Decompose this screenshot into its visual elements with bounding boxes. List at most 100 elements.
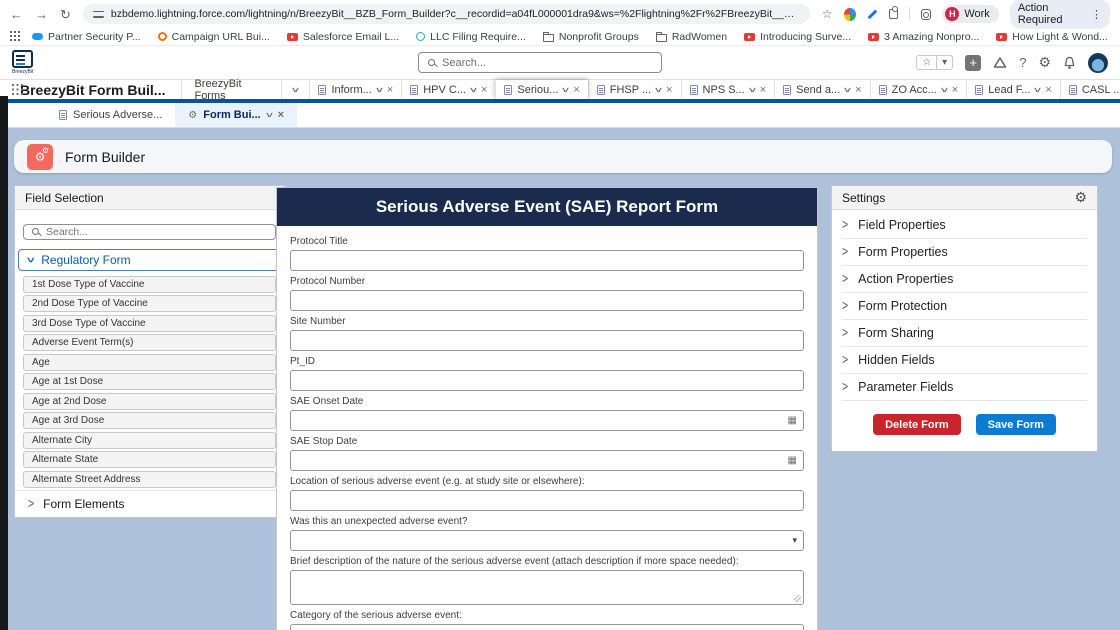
workspace-tab[interactable]: HPV C...>× bbox=[401, 80, 495, 99]
close-icon[interactable]: × bbox=[952, 84, 958, 96]
setup-gear-icon[interactable]: ⚙ bbox=[1038, 54, 1051, 71]
settings-section-row[interactable]: >Form Sharing bbox=[842, 320, 1087, 347]
close-icon[interactable]: × bbox=[278, 109, 284, 121]
chevron-down-icon[interactable]: > bbox=[841, 87, 855, 92]
field-input-date[interactable]: ▦ bbox=[290, 450, 804, 471]
settings-section-row[interactable]: >Parameter Fields bbox=[842, 374, 1087, 401]
form-elements-accordion[interactable]: > Form Elements bbox=[15, 490, 284, 517]
settings-section-row[interactable]: >Field Properties bbox=[842, 212, 1087, 239]
field-chip[interactable]: Alternate Street Address bbox=[23, 471, 276, 488]
chevron-down-icon[interactable]: > bbox=[745, 87, 759, 92]
user-avatar[interactable] bbox=[1088, 53, 1108, 73]
close-icon[interactable]: × bbox=[1045, 84, 1051, 96]
field-search-input[interactable] bbox=[46, 226, 267, 238]
resize-handle-icon[interactable] bbox=[794, 595, 801, 602]
calendar-icon[interactable]: ▦ bbox=[788, 416, 797, 426]
global-search-input[interactable] bbox=[442, 57, 652, 69]
chevron-down-icon[interactable]: > bbox=[937, 87, 951, 92]
close-icon[interactable]: × bbox=[481, 84, 487, 96]
workspace-tab[interactable]: Lead F...>× bbox=[966, 80, 1060, 99]
profile-button[interactable]: H Work bbox=[942, 5, 998, 23]
bookmark-item[interactable]: LLC Filing Require... bbox=[416, 31, 526, 43]
save-form-button[interactable]: Save Form bbox=[976, 414, 1056, 435]
notifications-bell-icon[interactable] bbox=[1063, 56, 1076, 70]
field-input-text[interactable] bbox=[290, 250, 804, 271]
field-search-box[interactable] bbox=[23, 224, 276, 240]
field-input-text[interactable] bbox=[290, 624, 804, 630]
field-chip[interactable]: 2nd Dose Type of Vaccine bbox=[23, 295, 276, 312]
bookmark-item[interactable]: Nonprofit Groups bbox=[543, 31, 639, 43]
close-icon[interactable]: × bbox=[855, 84, 861, 96]
chevron-down-icon[interactable]: > bbox=[559, 87, 573, 92]
forward-icon[interactable]: → bbox=[35, 8, 48, 21]
calendar-icon[interactable]: ▦ bbox=[788, 456, 797, 466]
favorites-star-icon[interactable]: ☆ bbox=[917, 56, 936, 69]
pencil-icon[interactable] bbox=[867, 9, 877, 19]
settings-section-row[interactable]: >Form Protection bbox=[842, 293, 1087, 320]
field-input-select[interactable]: ▾ bbox=[290, 530, 804, 551]
workspace-tab[interactable]: Send a...>× bbox=[774, 80, 869, 99]
tab-search-icon[interactable] bbox=[921, 9, 932, 20]
field-chip[interactable]: 1st Dose Type of Vaccine bbox=[23, 276, 276, 293]
field-chip[interactable]: 3rd Dose Type of Vaccine bbox=[23, 315, 276, 332]
extensions-icon[interactable] bbox=[889, 9, 898, 19]
chevron-down-icon[interactable]: > bbox=[262, 113, 276, 118]
bookmark-item[interactable]: Salesforce Email L... bbox=[287, 31, 399, 43]
workspace-tab[interactable]: CASL ...>× bbox=[1060, 80, 1120, 99]
field-input-date[interactable]: ▦ bbox=[290, 410, 804, 431]
settings-section-row[interactable]: >Action Properties bbox=[842, 266, 1087, 293]
close-icon[interactable]: × bbox=[666, 84, 672, 96]
kebab-menu-icon[interactable]: ⋮ bbox=[1091, 8, 1102, 21]
delete-form-button[interactable]: Delete Form bbox=[873, 414, 961, 435]
bookmark-item[interactable]: How Light & Wond... bbox=[996, 31, 1108, 43]
chevron-down-icon[interactable]: > bbox=[652, 87, 666, 92]
back-icon[interactable]: ← bbox=[10, 8, 23, 21]
bookmark-item[interactable]: 3 Amazing Nonpro... bbox=[868, 31, 979, 43]
field-input-textarea[interactable] bbox=[290, 570, 804, 605]
field-chip[interactable]: Age bbox=[23, 354, 276, 371]
bookmark-star-icon[interactable]: ☆ bbox=[822, 7, 833, 21]
close-icon[interactable]: × bbox=[387, 84, 393, 96]
bookmark-item[interactable]: Introducing Surve... bbox=[744, 31, 851, 43]
chevron-down-icon[interactable]: > bbox=[372, 87, 386, 92]
bookmark-item[interactable]: RadWomen bbox=[656, 31, 727, 43]
field-chip[interactable]: Alternate City bbox=[23, 432, 276, 449]
field-chip[interactable]: Adverse Event Term(s) bbox=[23, 334, 276, 351]
gear-icon[interactable]: ⚙ bbox=[1074, 189, 1087, 206]
google-services-icon[interactable] bbox=[844, 8, 855, 21]
org-logo[interactable]: BreezyBit bbox=[12, 50, 33, 75]
field-chip[interactable]: Alternate State bbox=[23, 451, 276, 468]
trailhead-icon[interactable] bbox=[993, 56, 1007, 69]
workspace-tab[interactable]: ZO Acc...>× bbox=[870, 80, 967, 99]
workspace-tab[interactable]: NPS S...>× bbox=[681, 80, 775, 99]
app-name[interactable]: BreezyBit Form Buil... bbox=[20, 82, 181, 98]
workspace-tab[interactable]: Seriou...>× bbox=[495, 80, 587, 99]
bookmark-item[interactable]: Campaign URL Bui... bbox=[158, 31, 270, 43]
chevron-down-icon[interactable]: > bbox=[466, 87, 480, 92]
global-search-box[interactable] bbox=[418, 52, 662, 73]
close-icon[interactable]: × bbox=[573, 84, 579, 96]
site-settings-icon[interactable] bbox=[93, 10, 104, 19]
console-subtab[interactable]: ⚙Form Bui...>× bbox=[175, 103, 297, 127]
bookmark-item[interactable]: Partner Security P... bbox=[32, 31, 141, 43]
field-input-text[interactable] bbox=[290, 490, 804, 511]
address-bar[interactable]: bzbdemo.lightning.force.com/lightning/n/… bbox=[83, 4, 810, 24]
workspace-tab[interactable]: Inform...>× bbox=[309, 80, 401, 99]
settings-section-row[interactable]: >Hidden Fields bbox=[842, 347, 1087, 374]
favorites-control[interactable]: ☆ ▾ bbox=[916, 55, 953, 70]
field-chip[interactable]: Age at 1st Dose bbox=[23, 373, 276, 390]
field-chip[interactable]: Age at 3rd Dose bbox=[23, 412, 276, 429]
field-input-text[interactable] bbox=[290, 330, 804, 351]
console-subtab[interactable]: Serious Adverse... bbox=[46, 103, 175, 127]
close-icon[interactable]: × bbox=[760, 84, 766, 96]
action-required-button[interactable]: Action Required ⋮ bbox=[1010, 0, 1110, 29]
nav-home-tab[interactable]: BreezyBit Forms bbox=[181, 80, 281, 99]
field-input-text[interactable] bbox=[290, 370, 804, 391]
regulatory-form-accordion[interactable]: > Regulatory Form bbox=[18, 249, 281, 271]
settings-section-row[interactable]: >Form Properties bbox=[842, 239, 1087, 266]
favorites-dropdown-icon[interactable]: ▾ bbox=[936, 56, 952, 69]
field-input-text[interactable] bbox=[290, 290, 804, 311]
quick-create-icon[interactable]: + bbox=[965, 55, 981, 71]
workspace-tab[interactable]: FHSP ...>× bbox=[588, 80, 681, 99]
field-chip[interactable]: Age at 2nd Dose bbox=[23, 393, 276, 410]
